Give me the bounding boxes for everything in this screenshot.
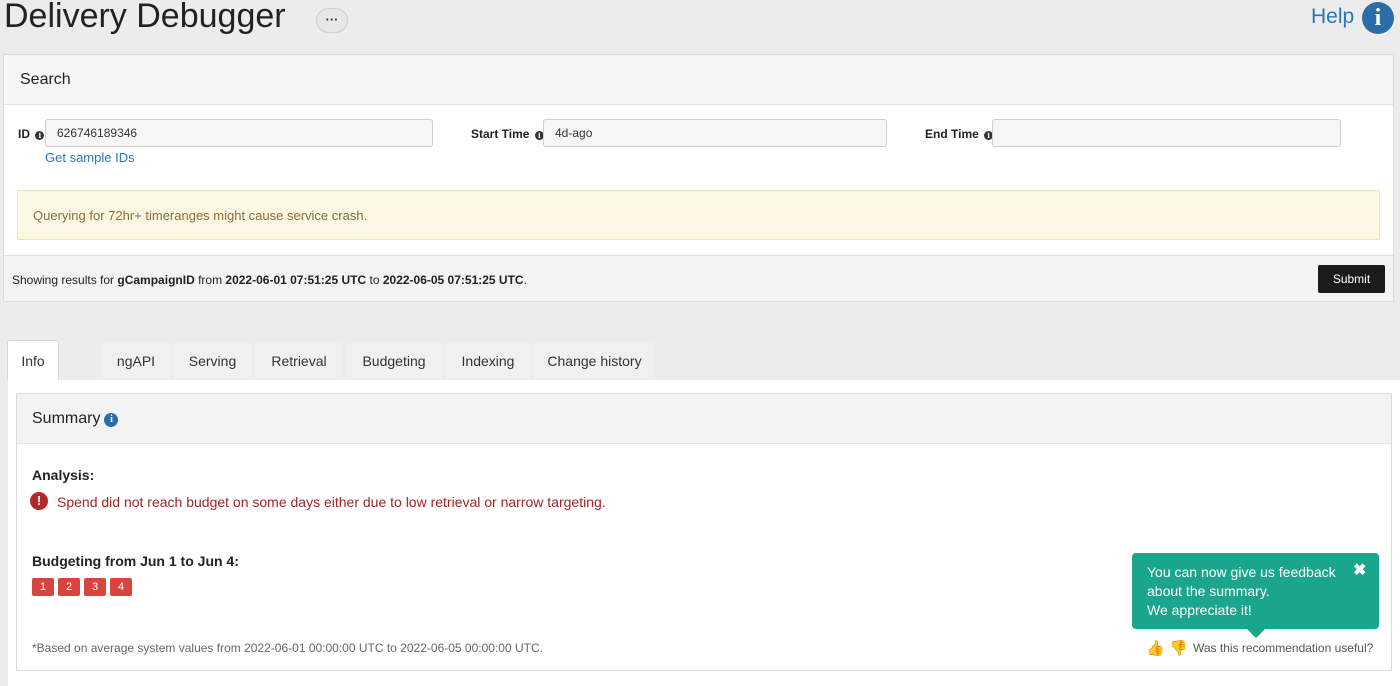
results-end: 2022-06-05 07:51:25 UTC <box>382 273 524 287</box>
end-time-label-text: End Time <box>925 127 979 141</box>
day-badge-2[interactable]: 2 <box>58 578 80 596</box>
submit-button[interactable]: Submit <box>1318 265 1385 293</box>
day-badge-4[interactable]: 4 <box>110 578 132 596</box>
thumbs-down-icon[interactable]: 👎 <box>1169 639 1188 657</box>
budgeting-label: Budgeting from Jun 1 to Jun 4: <box>32 553 239 569</box>
help-link[interactable]: Help <box>1311 5 1354 29</box>
tab-retrieval[interactable]: Retrieval <box>255 343 343 379</box>
timerange-warning: Querying for 72hr+ timeranges might caus… <box>17 190 1380 240</box>
results-suffix: . <box>523 273 527 287</box>
toast-line-3: We appreciate it! <box>1147 602 1252 618</box>
tab-budgeting[interactable]: Budgeting <box>346 343 442 379</box>
analysis-text: Spend did not reach budget on some days … <box>57 494 606 510</box>
results-to: to <box>366 273 383 287</box>
day-badge-3[interactable]: 3 <box>84 578 106 596</box>
tab-ngapi[interactable]: ngAPI <box>102 343 170 379</box>
close-icon[interactable]: ✖ <box>1353 561 1366 580</box>
results-prefix: Showing results for <box>12 273 118 287</box>
id-input[interactable] <box>45 119 433 147</box>
analysis-label: Analysis: <box>32 467 95 483</box>
results-entity: gCampaignID <box>117 273 195 287</box>
app-title: Delivery Debugger <box>4 0 286 35</box>
tab-serving[interactable]: Serving <box>173 343 252 379</box>
summary-card: Summary i Analysis: ! Spend did not reach… <box>16 393 1392 671</box>
tab-bar: Info ngAPI Serving Retrieval Budgeting I… <box>0 340 1400 380</box>
more-options-button[interactable]: ··· <box>316 8 348 33</box>
end-time-label: End Time i <box>925 127 994 141</box>
title-bar: Delivery Debugger ··· Help i <box>0 0 1400 50</box>
day-badge-1[interactable]: 1 <box>32 578 54 596</box>
search-panel-title: Search <box>4 55 1393 105</box>
id-label: ID i <box>18 127 45 141</box>
id-label-text: ID <box>18 127 30 141</box>
toast-line-1: You can now give us feedback <box>1147 564 1336 580</box>
summary-header: Summary i <box>17 394 1391 444</box>
feedback-question: Was this recommendation useful? <box>1193 641 1374 655</box>
tab-content: Summary i Analysis: ! Spend did not reach… <box>8 380 1400 686</box>
help-info-icon[interactable]: i <box>1362 2 1394 34</box>
get-sample-ids-link[interactable]: Get sample IDs <box>45 150 135 165</box>
tab-change-history[interactable]: Change history <box>534 343 655 379</box>
tab-indexing[interactable]: Indexing <box>445 343 531 379</box>
search-panel: Search ID i Get sample IDs Start Time i … <box>3 54 1394 302</box>
toast-line-2: about the summary. <box>1147 583 1270 599</box>
exclamation-icon: ! <box>30 492 48 510</box>
summary-info-icon[interactable]: i <box>104 413 119 427</box>
start-time-label-text: Start Time <box>471 127 530 141</box>
start-time-label: Start Time i <box>471 127 544 141</box>
id-info-icon[interactable]: i <box>35 131 45 140</box>
thumbs-up-icon[interactable]: 👍 <box>1146 639 1165 657</box>
results-from: from <box>194 273 226 287</box>
results-start: 2022-06-01 07:51:25 UTC <box>225 273 367 287</box>
footnote: *Based on average system values from 202… <box>32 641 543 655</box>
tab-info[interactable]: Info <box>7 340 59 380</box>
feedback-toast: You can now give us feedback about the s… <box>1132 553 1379 638</box>
summary-title: Summary <box>32 410 101 427</box>
end-time-input[interactable] <box>992 119 1341 147</box>
start-time-input[interactable] <box>543 119 887 147</box>
results-summary: Showing results for gCampaignID from 202… <box>4 255 1393 301</box>
toast-pointer <box>1247 629 1265 638</box>
